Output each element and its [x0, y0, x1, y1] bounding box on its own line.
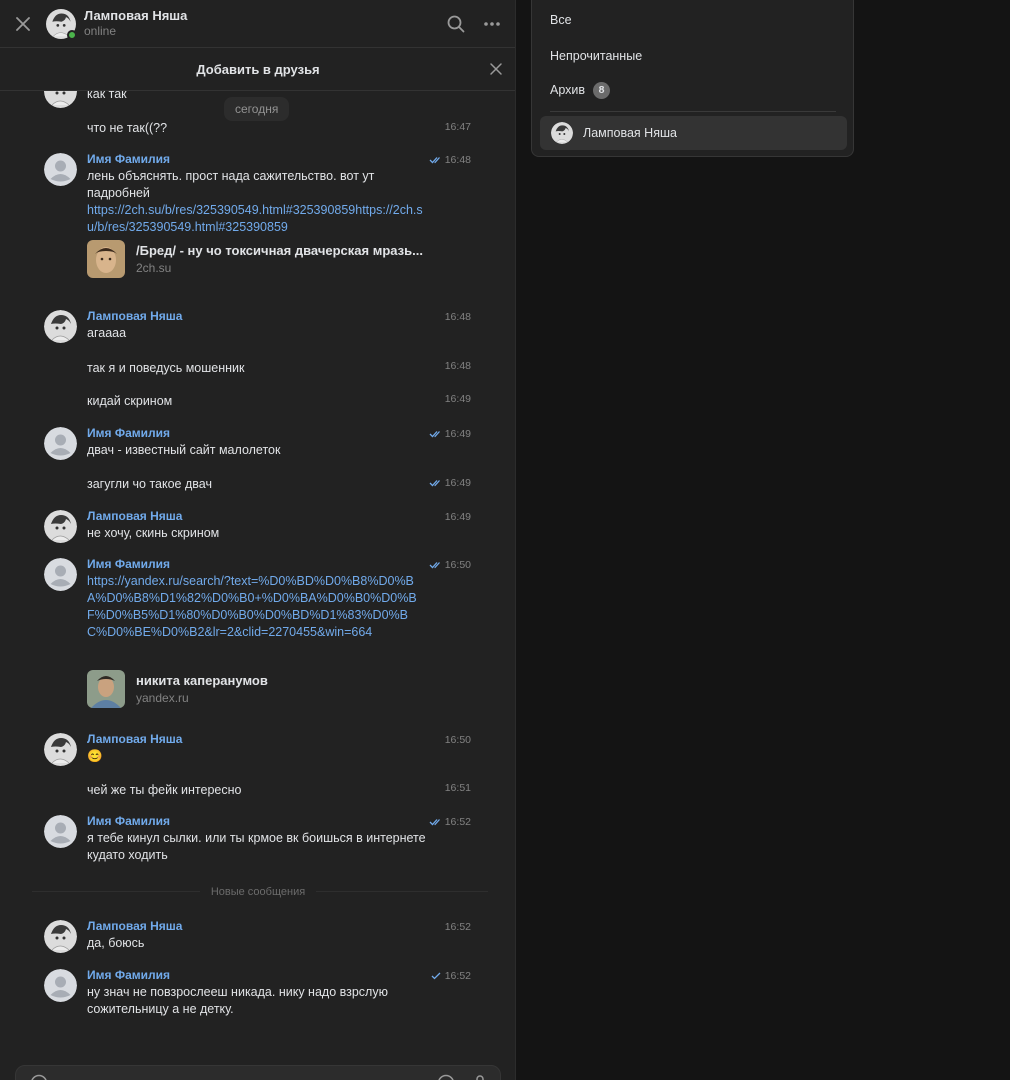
avatar[interactable]: [44, 733, 77, 766]
add-friend-bar: Добавить в друзья: [0, 48, 515, 91]
avatar[interactable]: [44, 969, 77, 1002]
message-author[interactable]: Имя Фамилия: [87, 152, 170, 167]
folders-dropdown: Все Непрочитанные Архив 8 Ламповая Няша: [531, 0, 854, 157]
add-friend-button[interactable]: Добавить в друзья: [196, 62, 319, 77]
message-text: агаааа: [87, 326, 127, 340]
message-text: ну знач не повзрослееш никада. нику надо…: [87, 985, 388, 1016]
message-time: 16:51: [444, 782, 471, 794]
avatar[interactable]: [44, 427, 77, 460]
folder-label: Архив: [550, 83, 586, 97]
message-time: 16:47: [444, 121, 471, 133]
close-icon[interactable]: [488, 61, 504, 77]
close-icon: [16, 16, 30, 31]
message-author[interactable]: Имя Фамилия: [87, 814, 170, 829]
message-link[interactable]: https://2ch.su/b/res/325390549.html#3253…: [87, 202, 427, 236]
link-snippet[interactable]: никита каперанумов yandex.ru: [87, 670, 268, 708]
folder-unread[interactable]: Непрочитанные: [550, 48, 642, 64]
archive-count-badge: 8: [593, 82, 611, 100]
message-text: да, боюсь: [87, 936, 145, 950]
message-author[interactable]: Ламповая Няша: [87, 732, 182, 747]
message-author[interactable]: Ламповая Няша: [87, 309, 182, 324]
message-time: 16:48: [444, 154, 471, 166]
avatar[interactable]: [44, 91, 77, 108]
message-text: кидай скрином: [87, 394, 173, 408]
avatar[interactable]: [44, 310, 77, 343]
contact-avatar[interactable]: [46, 8, 77, 40]
message-feed[interactable]: сегодня как так что не так((?? 16:47 Имя…: [0, 91, 515, 1061]
message-time: 16:48: [444, 311, 471, 323]
snippet-domain: yandex.ru: [136, 691, 189, 705]
folder-label: Непрочитанные: [550, 49, 643, 63]
contact-name[interactable]: Ламповая Няша: [84, 8, 438, 24]
dropdown-divider: [550, 111, 836, 112]
snippet-title: /Бред/ - ну чо токсичная двачерская мраз…: [136, 243, 423, 258]
date-separator: сегодня: [224, 97, 290, 121]
message-text: так я и поведусь мошенник: [87, 361, 245, 375]
message-time: 16:49: [444, 428, 471, 440]
snippet-thumbnail: [87, 670, 125, 708]
chat-panel: Ламповая Няша online Добавить в друзья с…: [0, 0, 516, 1080]
folder-all[interactable]: Все: [550, 12, 572, 28]
avatar[interactable]: [44, 510, 77, 543]
message-text: лень объяснять. прост нада сажительство.…: [87, 169, 375, 200]
avatar[interactable]: [44, 153, 77, 186]
emoji-icon[interactable]: [437, 1074, 455, 1080]
message-composer[interactable]: [15, 1065, 501, 1080]
link-snippet[interactable]: /Бред/ - ну чо токсичная двачерская мраз…: [87, 240, 423, 278]
message-time: 16:49: [444, 511, 471, 523]
message-time: 16:52: [444, 816, 471, 828]
avatar: [551, 122, 573, 144]
message-link[interactable]: https://yandex.ru/search/?text=%D0%BD%D0…: [87, 573, 419, 641]
folder-archive[interactable]: Архив 8: [550, 82, 611, 100]
message-emoji: 😊: [87, 749, 103, 763]
avatar[interactable]: [44, 815, 77, 848]
snippet-thumbnail: [87, 240, 125, 278]
contact-status: online: [84, 24, 117, 38]
message-author[interactable]: Имя Фамилия: [87, 968, 170, 983]
message-text: я тебе кинул сылки. или ты крмое вк боиш…: [87, 831, 426, 862]
active-chat-item[interactable]: Ламповая Няша: [540, 116, 847, 150]
more-button[interactable]: [474, 0, 510, 48]
message-text: загугли чо такое двач: [87, 477, 212, 491]
search-button[interactable]: [438, 0, 474, 48]
message-time: 16:50: [444, 559, 471, 571]
active-chat-name: Ламповая Няша: [583, 126, 677, 140]
message-time: 16:52: [444, 921, 471, 933]
message-time: 16:50: [444, 734, 471, 746]
message-text: что не так((??: [87, 121, 168, 135]
snippet-domain: 2ch.su: [136, 261, 172, 275]
message-time: 16:52: [444, 970, 471, 982]
folder-label: Все: [550, 13, 572, 27]
attach-icon[interactable]: [30, 1074, 48, 1080]
new-messages-label: Новые сообщения: [200, 885, 316, 899]
close-chat-button[interactable]: [0, 0, 46, 48]
message-author[interactable]: Имя Фамилия: [87, 426, 170, 441]
chat-header: Ламповая Няша online: [0, 0, 515, 48]
message-author[interactable]: Имя Фамилия: [87, 557, 170, 572]
message-time: 16:49: [444, 477, 471, 489]
avatar[interactable]: [44, 558, 77, 591]
message-author[interactable]: Ламповая Няша: [87, 509, 182, 524]
online-indicator: [67, 29, 77, 40]
more-horizontal-icon: [484, 21, 500, 26]
snippet-title: никита каперанумов: [136, 673, 268, 688]
message-text: двач - известный сайт малолеток: [87, 443, 281, 457]
message-author[interactable]: Ламповая Няша: [87, 919, 182, 934]
message-text: не хочу, скинь скрином: [87, 526, 220, 540]
message-time: 16:48: [444, 360, 471, 372]
message-time: 16:49: [444, 393, 471, 405]
microphone-icon[interactable]: [471, 1074, 489, 1080]
avatar[interactable]: [44, 920, 77, 953]
search-icon: [447, 15, 465, 32]
message-text: чей же ты фейк интересно: [87, 783, 242, 797]
